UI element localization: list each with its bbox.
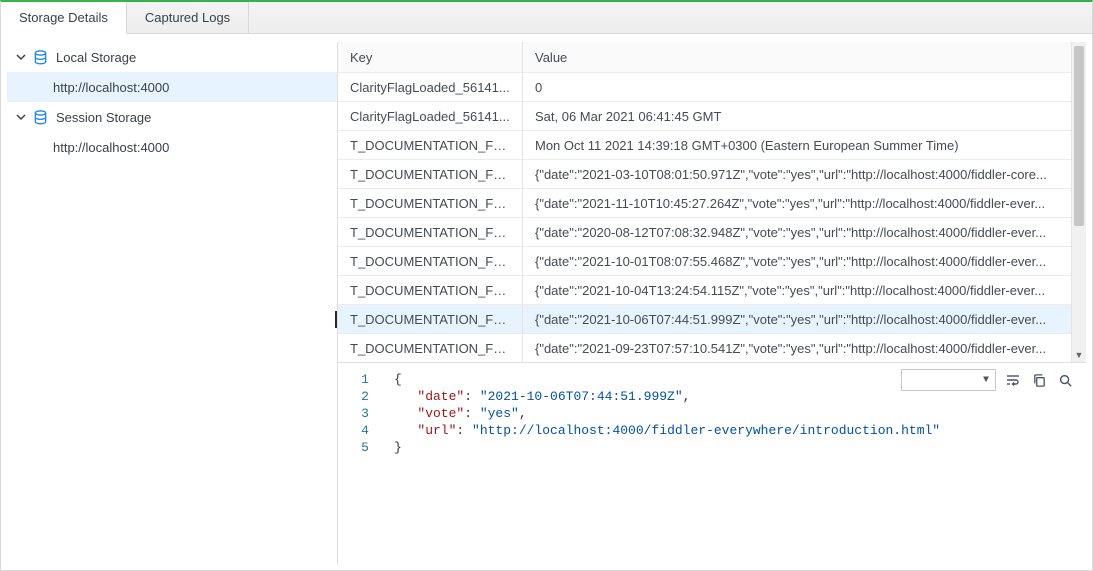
- table-row[interactable]: T_DOCUMENTATION_FE...{"date":"2021-03-10…: [338, 159, 1071, 188]
- cell-value: 0: [523, 73, 1071, 101]
- cell-key: T_DOCUMENTATION_FE...: [338, 218, 523, 246]
- tree-item-label: http://localhost:4000: [53, 80, 169, 95]
- cell-key: T_DOCUMENTATION_FE...: [338, 305, 523, 333]
- line-number: 4: [338, 422, 392, 439]
- table-row[interactable]: T_DOCUMENTATION_FE...{"date":"2021-11-10…: [338, 188, 1071, 217]
- cell-value: {"date":"2021-10-06T07:44:51.999Z","vote…: [523, 305, 1071, 333]
- scrollbar-down-arrow[interactable]: ▼: [1072, 347, 1086, 362]
- cell-key: ClarityFlagLoaded_56141...: [338, 102, 523, 130]
- word-wrap-icon[interactable]: [1004, 371, 1022, 389]
- scrollbar-thumb[interactable]: [1074, 46, 1084, 226]
- database-icon: [33, 50, 48, 65]
- cell-value: {"date":"2021-10-04T13:24:54.115Z","vote…: [523, 276, 1071, 304]
- cell-value: {"date":"2021-11-10T10:45:27.264Z","vote…: [523, 189, 1071, 217]
- chevron-down-icon: [15, 52, 27, 62]
- tree-node-session-storage[interactable]: Session Storage: [7, 102, 337, 132]
- tab-label: Storage Details: [19, 10, 108, 25]
- cell-key: T_DOCUMENTATION_FE...: [338, 247, 523, 275]
- kv-header: Key Value: [338, 42, 1071, 72]
- cell-value: {"date":"2020-08-12T07:08:32.948Z","vote…: [523, 218, 1071, 246]
- search-icon[interactable]: [1056, 371, 1074, 389]
- format-dropdown[interactable]: ▼: [901, 369, 996, 391]
- table-row[interactable]: T_DOCUMENTATION_FE...{"date":"2021-10-01…: [338, 246, 1071, 275]
- cell-key: T_DOCUMENTATION_FE...: [338, 334, 523, 362]
- table-row[interactable]: T_DOCUMENTATION_FE...{"date":"2021-09-23…: [338, 333, 1071, 362]
- cell-value: Sat, 06 Mar 2021 06:41:45 GMT: [523, 102, 1071, 130]
- vertical-scrollbar[interactable]: ▼: [1071, 42, 1086, 362]
- chevron-down-icon: [15, 112, 27, 122]
- database-icon: [33, 110, 48, 125]
- table-row[interactable]: T_DOCUMENTATION_FE...{"date":"2021-10-06…: [338, 304, 1071, 333]
- tree-node-label: Session Storage: [56, 110, 151, 125]
- line-number: 2: [338, 388, 392, 405]
- json-preview: 1 2 3 4 5 { "date": "2021-10-06T07:44:51…: [338, 362, 1086, 564]
- column-header-value[interactable]: Value: [523, 42, 1071, 72]
- table-row[interactable]: T_DOCUMENTATION_FE...{"date":"2021-10-04…: [338, 275, 1071, 304]
- json-toolbar: ▼: [901, 369, 1074, 391]
- cell-value: Mon Oct 11 2021 14:39:18 GMT+0300 (Easte…: [523, 131, 1071, 159]
- kv-table-wrap: Key Value ClarityFlagLoaded_56141...0Cla…: [338, 42, 1086, 362]
- table-row[interactable]: ClarityFlagLoaded_56141...Sat, 06 Mar 20…: [338, 101, 1071, 130]
- column-header-key[interactable]: Key: [338, 42, 523, 72]
- tab-bar: Storage Details Captured Logs: [0, 0, 1093, 34]
- tab-captured-logs[interactable]: Captured Logs: [127, 2, 249, 33]
- cell-value: {"date":"2021-09-23T07:57:10.541Z","vote…: [523, 334, 1071, 362]
- cell-key: T_DOCUMENTATION_FE...: [338, 276, 523, 304]
- storage-tree: Local Storage http://localhost:4000 Sess…: [7, 42, 337, 564]
- tree-node-label: Local Storage: [56, 50, 136, 65]
- table-row[interactable]: T_DOCUMENTATION_FE...{"date":"2020-08-12…: [338, 217, 1071, 246]
- cell-key: T_DOCUMENTATION_FE...: [338, 189, 523, 217]
- workspace: Local Storage http://localhost:4000 Sess…: [0, 34, 1093, 571]
- line-number: 1: [338, 371, 392, 388]
- tab-label: Captured Logs: [145, 10, 230, 25]
- copy-icon[interactable]: [1030, 371, 1048, 389]
- tree-item-local-origin[interactable]: http://localhost:4000: [7, 72, 337, 102]
- json-content[interactable]: { "date": "2021-10-06T07:44:51.999Z", "v…: [392, 369, 1086, 564]
- line-number: 3: [338, 405, 392, 422]
- cell-value: {"date":"2021-03-10T08:01:50.971Z","vote…: [523, 160, 1071, 188]
- kv-table: Key Value ClarityFlagLoaded_56141...0Cla…: [338, 42, 1071, 362]
- cell-key: T_DOCUMENTATION_FE...: [338, 131, 523, 159]
- table-row[interactable]: ClarityFlagLoaded_56141...0: [338, 72, 1071, 101]
- line-number: 5: [338, 439, 392, 456]
- json-gutter: 1 2 3 4 5: [338, 369, 392, 564]
- table-row[interactable]: T_DOCUMENTATION_FE...Mon Oct 11 2021 14:…: [338, 130, 1071, 159]
- tree-node-local-storage[interactable]: Local Storage: [7, 42, 337, 72]
- tab-storage-details[interactable]: Storage Details: [1, 2, 127, 34]
- cell-key: ClarityFlagLoaded_56141...: [338, 73, 523, 101]
- tree-item-label: http://localhost:4000: [53, 140, 169, 155]
- cell-key: T_DOCUMENTATION_FE...: [338, 160, 523, 188]
- right-pane: Key Value ClarityFlagLoaded_56141...0Cla…: [337, 42, 1086, 564]
- tree-item-session-origin[interactable]: http://localhost:4000: [7, 132, 337, 162]
- cell-value: {"date":"2021-10-01T08:07:55.468Z","vote…: [523, 247, 1071, 275]
